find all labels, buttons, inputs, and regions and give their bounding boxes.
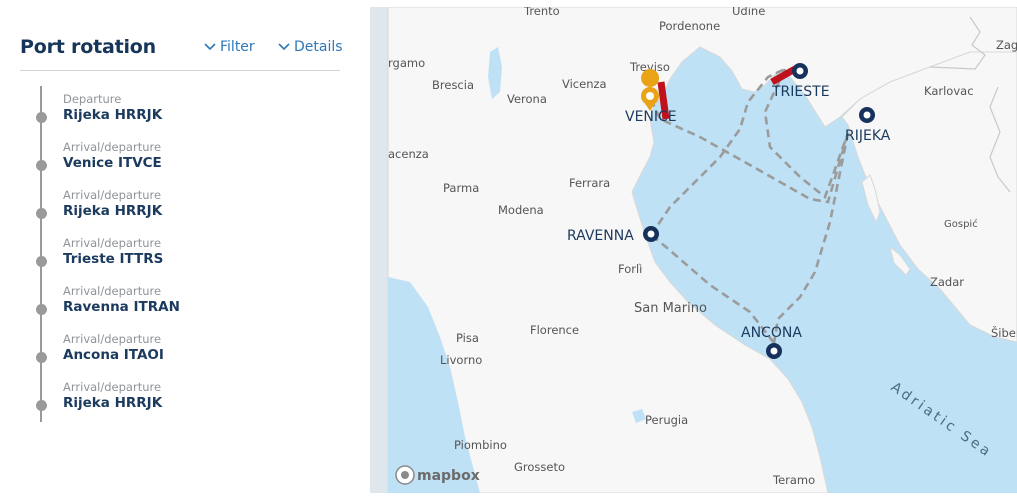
city-label: Karlovac <box>924 84 974 98</box>
timeline-dot <box>36 256 47 267</box>
details-button[interactable]: Details <box>278 39 343 55</box>
city-label: Gospić <box>944 218 978 230</box>
route-map[interactable]: Adriatic Sea Trento Udine Pordenone rgam… <box>370 7 1017 493</box>
mapbox-wordmark: mapbox <box>417 468 480 484</box>
city-label: Grosseto <box>514 460 565 474</box>
city-label: Pisa <box>456 331 479 345</box>
city-label: Zag <box>996 38 1017 52</box>
city-label: Livorno <box>440 353 482 367</box>
stop-port-name: Rijeka HRRJK <box>63 107 163 123</box>
port-stop[interactable]: Arrival/departure Trieste ITTRS <box>0 230 360 278</box>
port-stop[interactable]: Departure Rijeka HRRJK <box>0 86 360 134</box>
chevron-down-icon <box>204 43 216 51</box>
city-label: Parma <box>443 181 479 195</box>
timeline-dot <box>36 352 47 363</box>
timeline-dot <box>36 208 47 219</box>
city-label: Verona <box>507 92 547 106</box>
port-stop[interactable]: Arrival/departure Venice ITVCE <box>0 134 360 182</box>
port-label-ravenna: RAVENNA <box>567 228 634 244</box>
port-stop[interactable]: Arrival/departure Ancona ITAOI <box>0 326 360 374</box>
panel-title: Port rotation <box>20 36 156 58</box>
stop-port-name: Venice ITVCE <box>63 155 162 171</box>
city-label: Perugia <box>645 413 688 427</box>
port-label-venice: VENICE <box>625 109 677 125</box>
city-label: Pordenone <box>659 19 720 33</box>
map-edge-strip <box>370 7 388 493</box>
stop-port-name: Rijeka HRRJK <box>63 395 163 411</box>
stop-port-name: Trieste ITTRS <box>63 251 164 267</box>
port-label-trieste: TRIESTE <box>771 84 830 100</box>
filter-label: Filter <box>220 39 255 55</box>
city-label: Florence <box>530 323 579 337</box>
city-label: Piombino <box>454 438 507 452</box>
stop-port-name: Ravenna ITRAN <box>63 299 180 315</box>
city-label: acenza <box>388 147 429 161</box>
city-label: San Marino <box>634 301 707 316</box>
port-stop[interactable]: Arrival/departure Rijeka HRRJK <box>0 182 360 230</box>
city-label: Šiben <box>991 325 1017 340</box>
stop-port-name: Rijeka HRRJK <box>63 203 163 219</box>
port-rotation-panel: Port rotation Filter Details Departure R… <box>0 0 370 500</box>
city-label: Teramo <box>772 473 815 487</box>
stop-type: Arrival/departure <box>63 332 162 346</box>
city-label: Forlì <box>618 262 642 276</box>
city-label: Udine <box>732 7 765 18</box>
port-stop[interactable]: Arrival/departure Ravenna ITRAN <box>0 278 360 326</box>
port-marker-ancona[interactable] <box>766 343 782 359</box>
stop-type: Arrival/departure <box>63 284 162 298</box>
stop-type: Arrival/departure <box>63 380 162 394</box>
port-label-ancona: ANCONA <box>741 325 802 341</box>
stop-type: Arrival/departure <box>63 236 162 250</box>
stop-type: Departure <box>63 92 122 106</box>
city-label: rgamo <box>388 56 425 70</box>
timeline-dot <box>36 400 47 411</box>
port-stop[interactable]: Arrival/departure Rijeka HRRJK <box>0 374 360 422</box>
stop-type: Arrival/departure <box>63 140 162 154</box>
city-label: Trento <box>523 7 560 18</box>
filter-button[interactable]: Filter <box>204 39 255 55</box>
chevron-down-icon <box>278 43 290 51</box>
city-label: Brescia <box>432 78 474 92</box>
port-marker-trieste[interactable] <box>792 63 808 79</box>
timeline-dot <box>36 112 47 123</box>
panel-header: Port rotation Filter Details <box>20 34 343 71</box>
port-marker-rijeka[interactable] <box>859 107 875 123</box>
timeline-dot <box>36 160 47 171</box>
stop-type: Arrival/departure <box>63 188 162 202</box>
city-label: Vicenza <box>562 77 607 91</box>
port-marker-ravenna[interactable] <box>643 226 659 242</box>
stop-port-name: Ancona ITAOI <box>63 347 164 363</box>
city-label: Ferrara <box>569 176 610 190</box>
mapbox-logo[interactable]: mapbox <box>395 465 480 485</box>
timeline-dot <box>36 304 47 315</box>
city-label: Modena <box>498 203 544 217</box>
port-label-rijeka: RIJEKA <box>845 128 891 144</box>
city-label: Zadar <box>930 275 964 289</box>
details-label: Details <box>294 39 343 55</box>
